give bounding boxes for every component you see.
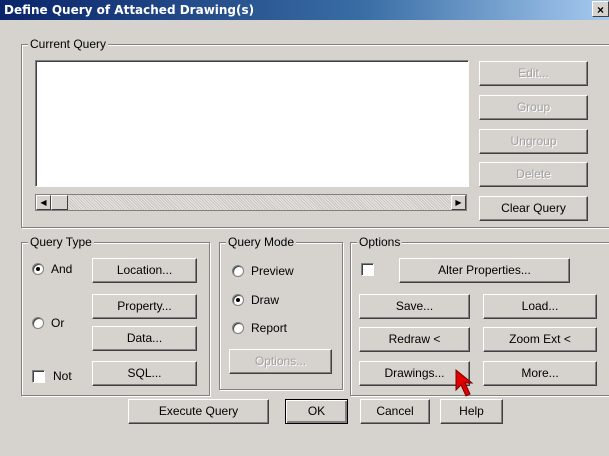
clear-query-button[interactable]: Clear Query bbox=[479, 196, 588, 221]
save-button[interactable]: Save... bbox=[359, 294, 470, 319]
alter-properties-checkbox[interactable] bbox=[361, 263, 374, 276]
ungroup-button[interactable]: Ungroup bbox=[479, 129, 588, 154]
options-legend: Options bbox=[357, 235, 403, 249]
alter-properties-button[interactable]: Alter Properties... bbox=[399, 258, 570, 283]
help-button[interactable]: Help bbox=[440, 399, 503, 424]
and-label: And bbox=[51, 262, 73, 276]
query-type-legend: Query Type bbox=[28, 235, 94, 249]
load-button[interactable]: Load... bbox=[483, 294, 597, 319]
draw-radio-dot bbox=[236, 298, 240, 302]
scroll-right-button[interactable]: ▶ bbox=[451, 195, 466, 210]
title-bar: Define Query of Attached Drawing(s) × bbox=[0, 0, 609, 20]
query-horizontal-scrollbar[interactable]: ◀ ▶ bbox=[35, 194, 467, 211]
report-label: Report bbox=[251, 321, 288, 335]
and-radio-dot bbox=[36, 267, 40, 271]
or-label: Or bbox=[51, 316, 65, 330]
current-query-list[interactable] bbox=[35, 60, 469, 187]
edit-button[interactable]: Edit... bbox=[479, 61, 588, 86]
not-label: Not bbox=[53, 369, 72, 383]
cancel-button[interactable]: Cancel bbox=[360, 399, 430, 424]
pointer-cursor-icon bbox=[455, 368, 474, 397]
preview-radio[interactable] bbox=[232, 265, 244, 277]
scroll-left-button[interactable]: ◀ bbox=[36, 195, 51, 210]
delete-button[interactable]: Delete bbox=[479, 162, 588, 187]
draw-label: Draw bbox=[251, 293, 280, 307]
scroll-thumb[interactable] bbox=[51, 195, 68, 210]
zoom-extents-button[interactable]: Zoom Ext < bbox=[483, 327, 597, 352]
ok-button[interactable]: OK bbox=[285, 399, 348, 424]
group-button[interactable]: Group bbox=[479, 95, 588, 120]
sql-button[interactable]: SQL... bbox=[92, 361, 197, 386]
execute-query-button[interactable]: Execute Query bbox=[128, 399, 269, 424]
property-button[interactable]: Property... bbox=[92, 294, 197, 319]
redraw-button[interactable]: Redraw < bbox=[359, 327, 470, 352]
report-radio[interactable] bbox=[232, 322, 244, 334]
close-button[interactable]: × bbox=[592, 1, 609, 17]
and-radio[interactable] bbox=[32, 263, 44, 275]
query-mode-legend: Query Mode bbox=[226, 235, 297, 249]
not-checkbox[interactable] bbox=[32, 370, 45, 383]
draw-radio[interactable] bbox=[232, 294, 244, 306]
location-button[interactable]: Location... bbox=[92, 258, 197, 283]
mode-options-button[interactable]: Options... bbox=[229, 349, 332, 374]
data-button[interactable]: Data... bbox=[92, 326, 197, 351]
preview-label: Preview bbox=[251, 264, 294, 278]
or-radio[interactable] bbox=[32, 317, 44, 329]
window-title: Define Query of Attached Drawing(s) bbox=[4, 3, 255, 17]
more-button[interactable]: More... bbox=[483, 361, 597, 386]
current-query-legend: Current Query bbox=[28, 37, 109, 51]
